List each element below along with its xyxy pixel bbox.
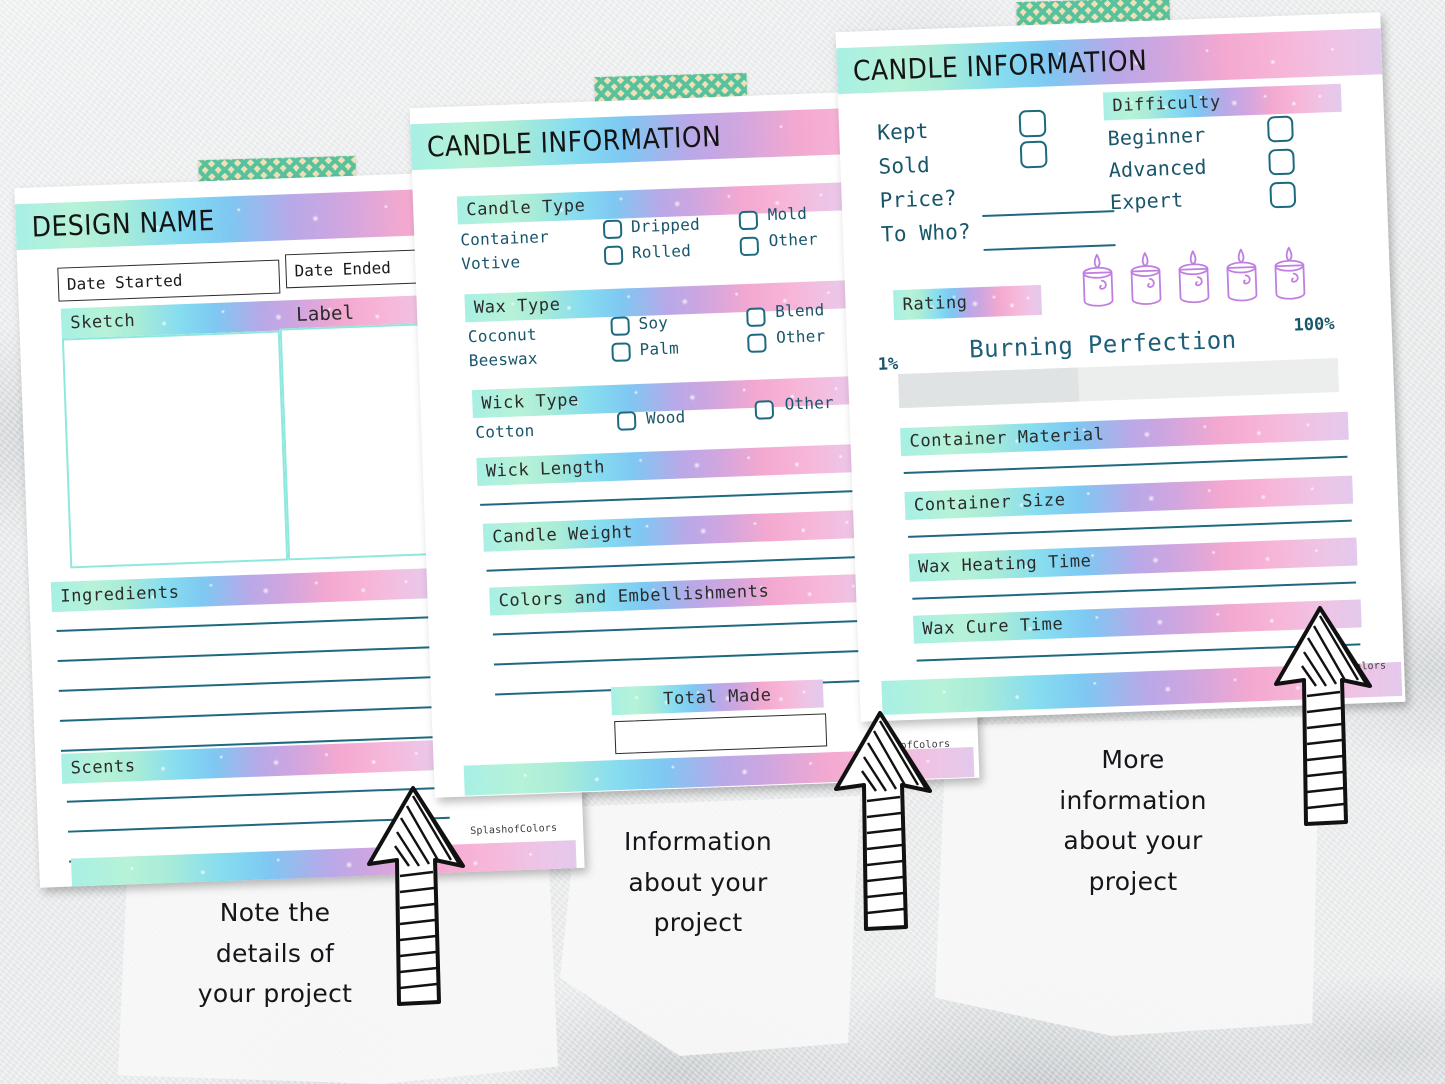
arrow-middle [834,711,932,931]
ingredients-line[interactable] [57,645,440,662]
wax-heating-time-label-bar: Wax Heating Time [908,537,1358,582]
date-started-field[interactable]: Date Started [57,259,281,302]
container-size-label: Container Size [913,490,1066,516]
ingredients-label: Ingredients [59,582,180,607]
colors-embellishments-label: Colors and Embellishments [498,581,770,612]
wick-length-label: Wick Length [485,457,606,482]
candle-type-option-rolled: Rolled [631,241,692,263]
ingredients-line[interactable] [56,615,439,632]
date-started-label: Date Started [66,270,183,294]
burning-max-label: 100% [1293,314,1335,336]
wax-type-option-palm: Palm [639,338,680,359]
checkbox-sold[interactable] [1019,140,1048,169]
wax-type-option-beeswax: Beeswax [468,348,538,371]
colors-line[interactable] [493,649,886,666]
checkbox-rolled[interactable] [603,245,624,266]
checkbox-soy[interactable] [610,316,631,336]
scents-label-bar: Scents [61,739,452,784]
checkbox-dripped[interactable] [602,219,623,240]
container-size-line[interactable] [908,519,1352,538]
checkbox-advanced[interactable] [1268,148,1296,176]
container-material-label-bar: Container Material [900,411,1349,457]
wick-type-option-wood: Wood [645,407,686,428]
checkbox-expert[interactable] [1269,181,1297,209]
candle-type-option-other: Other [768,229,819,251]
difficulty-option-expert: Expert [1109,187,1184,215]
candle-weight-label-bar: Candle Weight [482,509,884,552]
arrow-right [1274,606,1372,826]
wick-type-option-cotton: Cotton [475,420,535,443]
page-title: CANDLE INFORMATION [426,119,722,163]
wick-type-option-other: Other [784,392,835,414]
wax-heating-time-line[interactable] [912,581,1357,600]
to-who-label: To Who? [880,219,972,247]
date-ended-label: Date Ended [294,257,392,281]
burning-min-label: 1% [877,354,899,375]
checkbox-kept[interactable] [1018,109,1047,138]
candle-weight-label: Candle Weight [491,522,634,548]
page-title: CANDLE INFORMATION [852,43,1148,87]
caption-middle: Information about your project [623,827,772,937]
container-material-label: Container Material [909,424,1105,452]
price-label: Price? [879,185,958,213]
wax-type-option-blend: Blend [774,300,825,321]
wax-type-option-other: Other [775,326,826,347]
burning-perfection-slider[interactable] [898,358,1340,409]
candle-type-option-votive: Votive [460,252,521,274]
page-title: DESIGN NAME [31,203,216,243]
watermark: SplashofColors [470,822,558,837]
checkbox-wood[interactable] [616,411,637,431]
rating-label-bar: Rating [893,284,1043,321]
wax-heating-time-label: Wax Heating Time [917,551,1092,578]
sketch-drawing-area[interactable] [61,330,289,569]
scents-label: Scents [70,756,136,779]
colors-line[interactable] [492,619,885,636]
candle-type-option-dripped: Dripped [630,214,701,237]
checkbox-palm[interactable] [611,342,631,362]
checkbox-candle-other[interactable] [739,236,760,257]
checkbox-wax-other[interactable] [747,333,767,353]
candle-type-option-container: Container [460,227,550,250]
label-label: Label [295,301,355,326]
difficulty-option-advanced: Advanced [1108,154,1208,183]
burning-perfection-label: Burning Perfection [968,325,1237,364]
wick-length-label-bar: Wick Length [476,443,878,486]
ingredients-label-bar: Ingredients [50,567,442,613]
wick-length-line[interactable] [480,489,872,506]
checkbox-wick-other[interactable] [754,400,775,420]
wick-type-label: Wick Type [481,390,580,414]
caption-right: More information about your project [1059,745,1207,896]
burning-perfection-fill [898,367,1080,409]
candle-type-option-mold: Mold [767,203,808,225]
checkbox-blend[interactable] [746,307,766,328]
to-who-input-line[interactable] [983,244,1116,251]
checkbox-beginner[interactable] [1266,115,1294,143]
wax-type-option-coconut: Coconut [467,324,538,347]
difficulty-label: Difficulty [1112,92,1222,117]
total-made-label-bar: Total Made [610,679,824,716]
disposition-option-kept: Kept [876,118,930,145]
ingredients-line[interactable] [59,705,442,722]
checkbox-mold[interactable] [738,210,759,231]
total-made-label: Total Made [662,685,772,710]
rating-candles[interactable] [1079,242,1331,311]
sketch-label: Sketch [69,310,136,334]
price-input-line[interactable] [982,210,1115,217]
container-size-label-bar: Container Size [904,475,1354,520]
rating-label: Rating [902,292,968,315]
total-made-field[interactable] [614,713,828,755]
caption-left: Note the details of your project [197,898,353,1008]
container-material-line[interactable] [903,455,1348,474]
difficulty-option-beginner: Beginner [1107,122,1206,151]
colors-embellishments-label-bar: Colors and Embellishments [489,572,890,616]
wax-type-option-soy: Soy [638,312,669,333]
wax-cure-time-label: Wax Cure Time [922,614,1064,640]
candle-weight-line[interactable] [486,555,879,572]
disposition-option-sold: Sold [878,152,931,179]
candle-type-label: Candle Type [465,195,586,221]
ingredients-line[interactable] [58,675,441,692]
wax-type-label: Wax Type [473,294,561,318]
difficulty-label-bar: Difficulty [1102,83,1342,121]
